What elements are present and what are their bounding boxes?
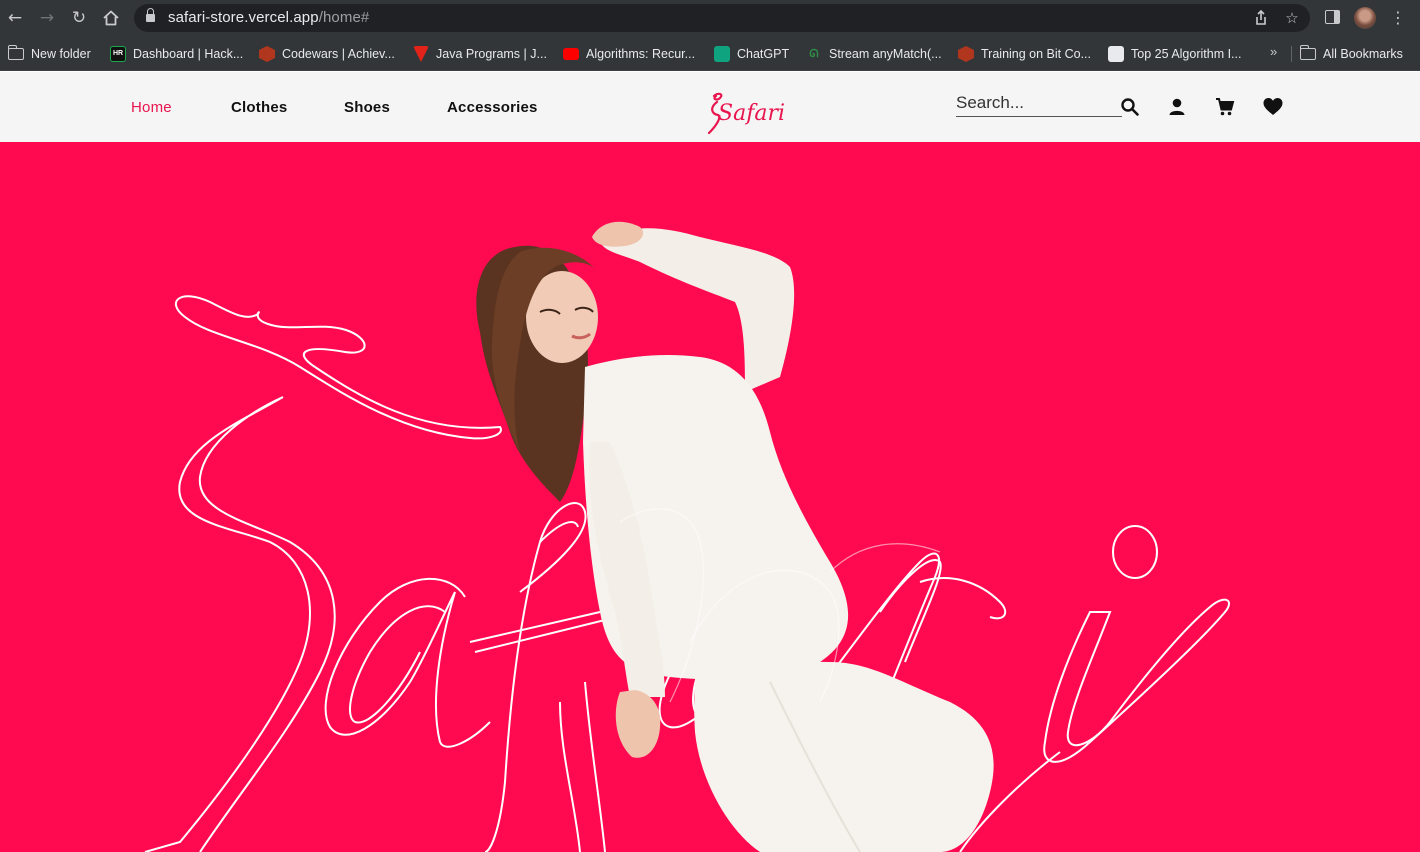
hero-artwork — [144, 221, 1230, 852]
folder-icon — [1299, 45, 1316, 60]
lock-icon[interactable] — [146, 8, 155, 23]
folder-icon — [7, 45, 24, 60]
url-text[interactable]: safari-store.vercel.app/home# — [168, 9, 369, 26]
hackerrank-icon: HR — [110, 46, 126, 62]
cart-icon[interactable] — [1214, 96, 1236, 118]
hero-banner — [0, 142, 1420, 852]
user-icon[interactable] — [1166, 96, 1188, 118]
youtube-icon — [563, 48, 579, 60]
search-field[interactable] — [956, 88, 1122, 117]
bookmarks-divider — [1291, 46, 1292, 62]
heart-icon[interactable] — [1262, 96, 1284, 118]
bookmark-chatgpt[interactable]: ChatGPT — [714, 45, 789, 63]
hero-model-figure — [476, 221, 994, 852]
bookmark-training-bit[interactable]: Training on Bit Co... — [958, 45, 1091, 63]
browser-toolbar: ← → ↻ safari-store.vercel.app/home# ☆ ⋮ — [0, 0, 1420, 36]
more-menu-icon[interactable]: ⋮ — [1388, 7, 1408, 29]
search-input[interactable] — [956, 88, 1122, 116]
star-bookmark-icon[interactable]: ☆ — [1282, 8, 1302, 28]
globe-icon — [1108, 46, 1124, 62]
bookmarks-bar: New folder HR Dashboard | Hack... Codewa… — [0, 36, 1420, 71]
nav-accessories[interactable]: Accessories — [447, 99, 538, 116]
forward-arrow-icon[interactable]: → — [36, 7, 58, 29]
back-arrow-icon[interactable]: ← — [4, 7, 26, 29]
home-icon[interactable] — [100, 7, 122, 29]
chatgpt-icon — [714, 46, 730, 62]
nav-shoes[interactable]: Shoes — [344, 99, 390, 116]
profile-avatar[interactable] — [1354, 7, 1376, 29]
reload-icon[interactable]: ↻ — [68, 7, 90, 29]
logo-text: Safari — [718, 101, 784, 126]
bookmark-java-programs[interactable]: Java Programs | J... — [413, 45, 547, 63]
share-icon[interactable] — [1251, 8, 1271, 28]
nav-home[interactable]: Home — [131, 99, 172, 116]
codewars-icon — [259, 46, 275, 62]
search-icon[interactable] — [1119, 96, 1141, 118]
codewars-icon — [958, 46, 974, 62]
bookmark-top-25-algorithm[interactable]: Top 25 Algorithm I... — [1108, 45, 1241, 63]
all-bookmarks[interactable]: All Bookmarks — [1299, 45, 1403, 63]
address-bar[interactable]: safari-store.vercel.app/home# ☆ — [134, 4, 1310, 32]
nav-clothes[interactable]: Clothes — [231, 99, 287, 116]
bookmark-algorithms[interactable]: Algorithms: Recur... — [563, 45, 695, 63]
bookmark-stream-anymatch[interactable]: ᘏ Stream anyMatch(... — [806, 45, 941, 63]
bookmarks-overflow-icon[interactable]: » — [1270, 44, 1277, 59]
side-panel-icon[interactable] — [1325, 10, 1340, 24]
bookmark-codewars[interactable]: Codewars | Achiev... — [259, 45, 395, 63]
site-header: Home Clothes Shoes Accessories Safari — [0, 72, 1420, 142]
java-icon — [413, 46, 429, 62]
bookmark-hackerrank[interactable]: HR Dashboard | Hack... — [110, 45, 243, 63]
bookmark-new-folder[interactable]: New folder — [7, 45, 91, 63]
safari-logo[interactable]: Safari — [704, 82, 784, 136]
geeksforgeeks-icon: ᘏ — [809, 48, 819, 60]
